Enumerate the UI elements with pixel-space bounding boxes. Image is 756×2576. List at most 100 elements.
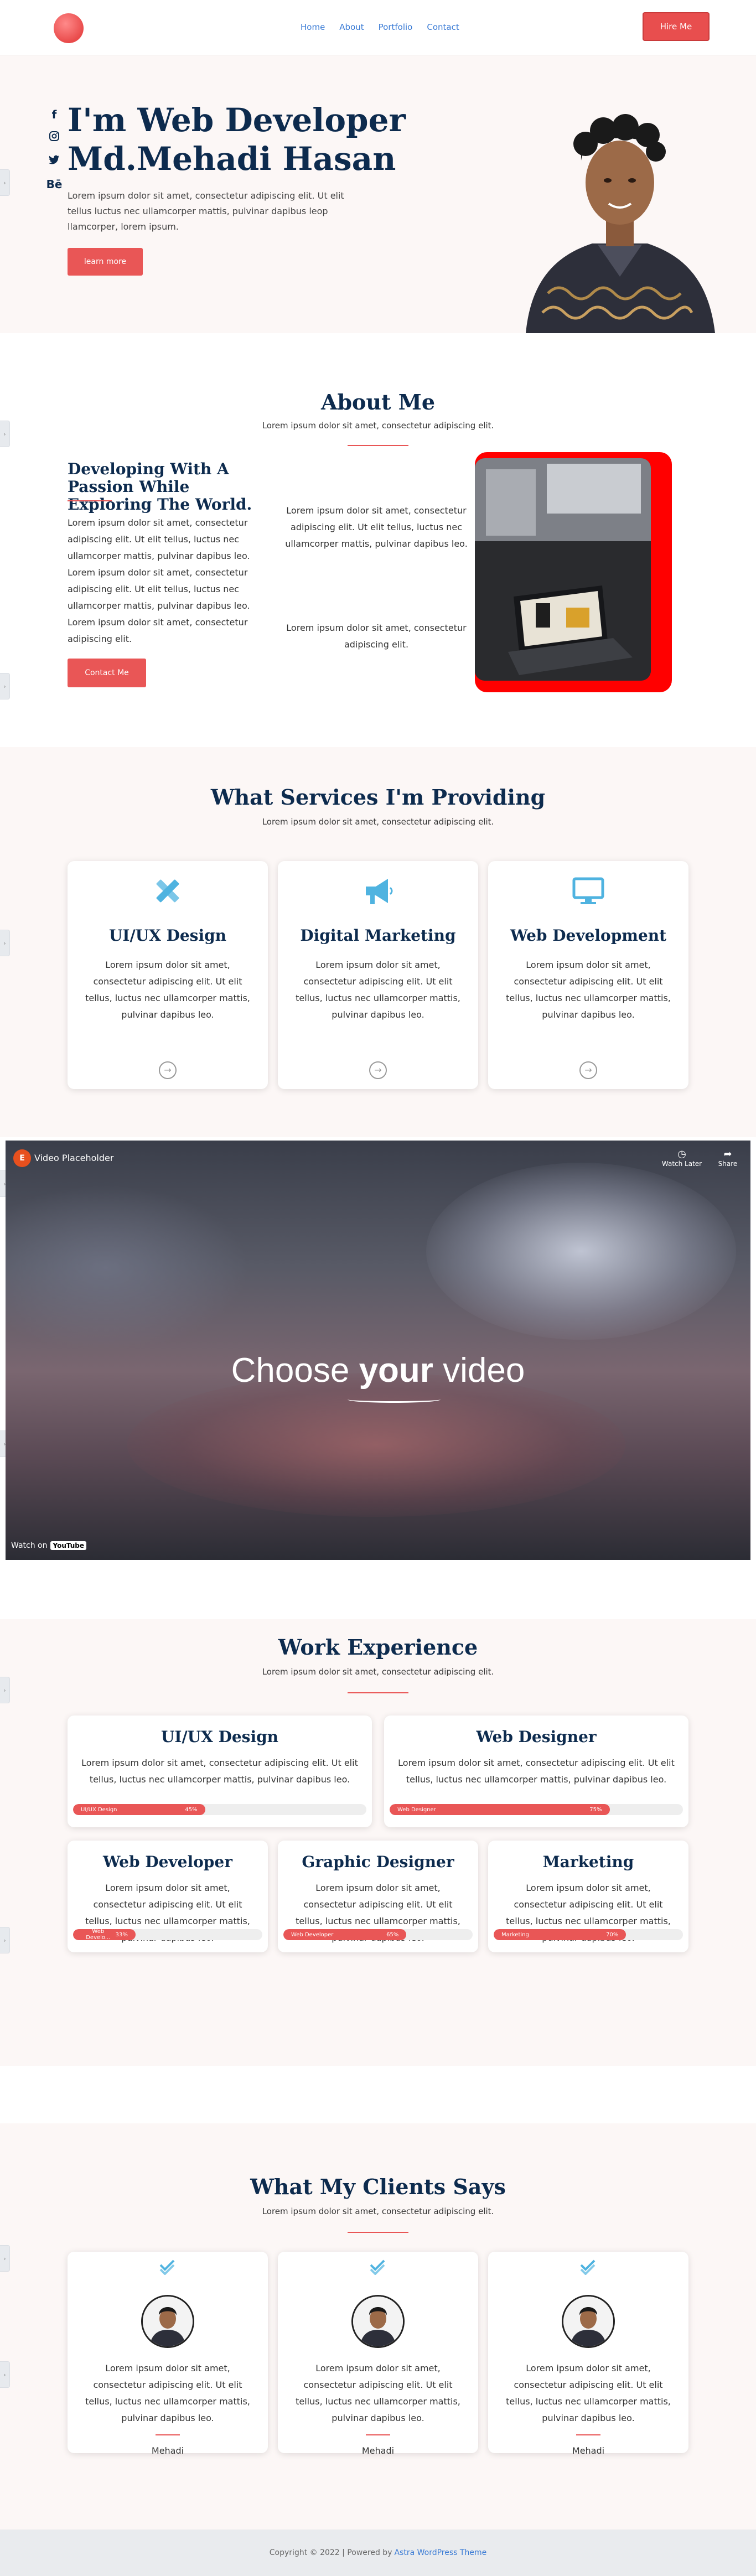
contact-me-button[interactable]: Contact Me [68,659,146,687]
nav-home[interactable]: Home [301,22,325,32]
service-title: Digital Marketing [300,926,456,945]
services-subtitle: Lorem ipsum dolor sit amet, consectetur … [262,817,494,827]
side-toggle-tab[interactable]: › [0,169,10,196]
side-toggle-tab[interactable]: › [0,1927,10,1953]
about-paragraph-3: Lorem ipsum dolor sit amet, consectetur … [286,623,467,650]
site-footer: Copyright © 2022 | Powered by Astra Word… [0,2530,756,2576]
watch-later-button[interactable]: ◷ Watch Later [660,1148,704,1168]
service-title: UI/UX Design [108,926,227,945]
video-title[interactable]: Video Placeholder [34,1153,113,1163]
experience-card: Graphic Designer Lorem ipsum dolor sit a… [278,1841,478,1952]
youtube-icon: YouTube [50,1541,86,1550]
experience-section: › › Work Experience Lorem ipsum dolor si… [0,1619,756,2066]
skill-progress-fill: Web Designer 75% [390,1804,610,1815]
testimonial-text: Lorem ipsum dolor sit amet, consectetur … [296,2363,460,2423]
side-toggle-tab[interactable]: › [0,2245,10,2272]
testimonial-divider [156,2434,180,2435]
nav-portfolio[interactable]: Portfolio [379,22,413,32]
watch-on-youtube[interactable]: Watch on YouTube [11,1541,86,1550]
testimonials-section: › › What My Clients Says Lorem ipsum dol… [0,2123,756,2530]
headline-post: video [433,1351,525,1390]
service-card: Web Development Lorem ipsum dolor sit am… [488,861,688,1089]
service-text: Lorem ipsum dolor sit amet, consectetur … [296,960,460,1020]
watch-on-label: Watch on [11,1541,48,1550]
social-links: f Bē [46,106,63,193]
video-cloud [127,1373,625,1517]
share-label: Share [718,1160,738,1168]
arrow-right-icon[interactable]: → [369,1061,387,1079]
arrow-right-icon[interactable]: → [579,1061,597,1079]
about-section: › › About Me Lorem ipsum dolor sit amet,… [0,333,756,747]
service-card: Digital Marketing Lorem ipsum dolor sit … [278,861,478,1089]
twitter-icon[interactable] [49,153,60,169]
clock-icon: ◷ [677,1148,686,1160]
testimonial-name: Mehadi [572,2445,605,2456]
behance-icon[interactable]: Bē [46,176,63,193]
side-toggle-tab[interactable]: › [0,930,10,956]
instagram-icon[interactable] [49,129,60,146]
section-spacer [0,2066,756,2123]
experience-card: UI/UX Design Lorem ipsum dolor sit amet,… [68,1715,372,1827]
site-header: Home About Portfolio Contact Hire Me [0,0,756,55]
experience-title: Work Experience [278,1635,478,1660]
hero-title: I'm Web Developer Md.Mehadi Hasan [68,101,406,178]
about-paragraph-1: Lorem ipsum dolor sit amet, consectetur … [68,517,250,644]
about-title: About Me [320,390,436,414]
skill-progress-fill: Marketing 70% [494,1929,626,1940]
testimonial-divider [576,2434,600,2435]
testimonial-card: Lorem ipsum dolor sit amet, consectetur … [278,2252,478,2456]
copyright-text: Copyright © 2022 | Powered by [269,2548,392,2557]
nav-about[interactable]: About [339,22,364,32]
skill-progress-fill: Web Developer 65% [283,1929,407,1940]
skill-progress-bar: Web Developer 65% [283,1929,473,1940]
headline-underline [348,1396,441,1403]
astra-theme-link[interactable]: Astra WordPress Theme [394,2548,486,2557]
hire-me-button[interactable]: Hire Me [643,12,710,41]
skill-progress-bar: Web Designer 75% [390,1804,683,1815]
skill-percent: 33% [115,1931,128,1938]
nav-contact[interactable]: Contact [427,22,459,32]
main-nav: Home About Portfolio Contact [301,22,459,32]
about-laptop-image [475,458,651,681]
monitor-icon [488,873,688,909]
double-check-icon [68,2257,268,2279]
service-text: Lorem ipsum dolor sit amet, consectetur … [506,960,671,1020]
megaphone-icon [278,873,478,909]
channel-logo-icon[interactable]: E [13,1149,31,1167]
heading-divider [68,500,112,501]
avatar [562,2295,615,2348]
headline-pre: Choose [231,1351,359,1390]
skill-progress-fill: Web Develo... 33% [73,1929,136,1940]
testimonial-name: Mehadi [151,2445,184,2456]
learn-more-button[interactable]: learn more [68,248,143,276]
site-logo[interactable] [54,13,84,43]
avatar [141,2295,194,2348]
facebook-icon[interactable]: f [52,106,57,123]
arrow-right-icon[interactable]: → [159,1061,177,1079]
video-player[interactable]: E Video Placeholder ◷ Watch Later ➦ Shar… [6,1141,750,1560]
side-toggle-tab[interactable]: › [0,673,10,699]
headline-bold: your [359,1351,433,1390]
avatar [351,2295,405,2348]
skill-percent: 65% [386,1931,399,1938]
about-paragraph-2: Lorem ipsum dolor sit amet, consectetur … [285,505,468,549]
experience-card: Web Designer Lorem ipsum dolor sit amet,… [384,1715,688,1827]
experience-card-title: Web Developer [103,1853,232,1871]
skill-progress-bar: Web Develo... 33% [73,1929,262,1940]
testimonials-subtitle: Lorem ipsum dolor sit amet, consectetur … [262,2206,494,2216]
pencil-ruler-icon [68,873,268,909]
share-button[interactable]: ➦ Share [711,1148,744,1168]
double-check-icon [488,2257,688,2279]
side-toggle-tab[interactable]: › [0,1677,10,1703]
video-cloud [6,1185,249,1351]
testimonial-card: Lorem ipsum dolor sit amet, consectetur … [488,2252,688,2456]
experience-card-title: UI/UX Design [160,1728,279,1746]
hero-section: › f Bē I'm Web Developer Md.Mehadi Hasan… [0,55,756,333]
side-toggle-tab[interactable]: › [0,2361,10,2388]
experience-card-text: Lorem ipsum dolor sit amet, consectetur … [398,1758,675,1785]
title-divider [348,445,408,446]
testimonial-card: Lorem ipsum dolor sit amet, consectetur … [68,2252,268,2456]
about-subtitle: Lorem ipsum dolor sit amet, consectetur … [262,421,494,431]
skill-progress-fill: UI/UX Design 45% [73,1804,205,1815]
experience-card-title: Web Designer [476,1728,597,1746]
